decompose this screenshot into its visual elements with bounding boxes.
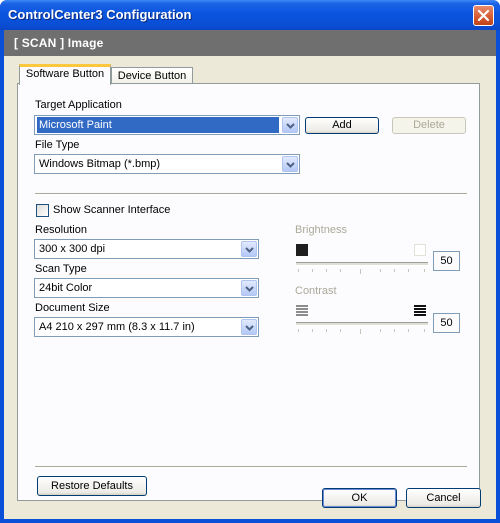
file-type-value: Windows Bitmap (*.bmp) (39, 158, 161, 170)
section-header: [ SCAN ] Image (4, 30, 496, 56)
target-application-value: Microsoft Paint (37, 117, 279, 133)
document-size-value: A4 210 x 297 mm (8.3 x 11.7 in) (39, 321, 195, 333)
slider-tick (340, 329, 341, 332)
tab-panel: Target Application Microsoft Paint Add D… (17, 83, 480, 501)
scan-type-value: 24bit Color (39, 282, 93, 294)
slider-track (296, 262, 428, 266)
slider-tick (360, 269, 361, 274)
dark-square-icon (296, 244, 308, 256)
slider-tick (424, 329, 425, 332)
scan-type-select[interactable]: 24bit Color (34, 278, 259, 298)
close-icon (477, 9, 490, 22)
dialog-window: ControlCenter3 Configuration [ SCAN ] Im… (0, 0, 500, 523)
delete-button[interactable]: Delete (392, 117, 466, 134)
dropdown-button[interactable] (282, 117, 298, 133)
title-bar[interactable]: ControlCenter3 Configuration (0, 0, 500, 30)
slider-tick (408, 329, 409, 332)
slider-tick (298, 329, 299, 332)
window-title: ControlCenter3 Configuration (8, 7, 192, 22)
dialog-client-area: [ SCAN ] Image Software Button Device Bu… (4, 30, 496, 519)
slider-tick (298, 269, 299, 272)
resolution-label: Resolution (35, 224, 87, 236)
slider-tick (312, 329, 313, 332)
slider-tick (340, 269, 341, 272)
ok-button[interactable]: OK (322, 488, 397, 508)
chevron-down-icon (245, 325, 254, 331)
tab-label: Software Button (25, 68, 105, 80)
light-square-icon (414, 244, 426, 256)
chevron-down-icon (245, 247, 254, 253)
close-button[interactable] (473, 5, 494, 26)
brightness-slider[interactable] (296, 257, 428, 274)
file-type-select[interactable]: Windows Bitmap (*.bmp) (34, 154, 300, 174)
slider-tick (326, 269, 327, 272)
chevron-down-icon (245, 286, 254, 292)
divider (35, 466, 467, 468)
dropdown-button[interactable] (282, 156, 298, 172)
slider-tick (360, 329, 361, 334)
dropdown-button[interactable] (241, 319, 257, 335)
target-application-select[interactable]: Microsoft Paint (34, 115, 300, 135)
section-header-text: [ SCAN ] Image (14, 36, 104, 50)
cancel-button[interactable]: Cancel (406, 488, 481, 508)
contrast-value[interactable]: 50 (433, 313, 460, 333)
contrast-label: Contrast (295, 285, 337, 297)
slider-tick (380, 329, 381, 332)
scan-type-label: Scan Type (35, 263, 87, 275)
dropdown-button[interactable] (241, 241, 257, 257)
show-scanner-interface-label: Show Scanner Interface (53, 204, 171, 216)
slider-tick (424, 269, 425, 272)
resolution-value: 300 x 300 dpi (39, 243, 106, 255)
slider-track (296, 322, 428, 326)
tab-software-button[interactable]: Software Button (19, 64, 111, 85)
brightness-label: Brightness (295, 224, 347, 236)
add-button[interactable]: Add (305, 117, 379, 134)
document-size-select[interactable]: A4 210 x 297 mm (8.3 x 11.7 in) (34, 317, 259, 337)
brightness-value[interactable]: 50 (433, 251, 460, 271)
slider-tick (326, 329, 327, 332)
dropdown-button[interactable] (241, 280, 257, 296)
restore-defaults-button[interactable]: Restore Defaults (37, 476, 147, 496)
slider-tick (394, 269, 395, 272)
tab-label: Device Button (117, 70, 187, 82)
contrast-slider[interactable] (296, 317, 428, 334)
show-scanner-interface-checkbox[interactable] (36, 204, 49, 217)
resolution-select[interactable]: 300 x 300 dpi (34, 239, 259, 259)
slider-tick (312, 269, 313, 272)
target-application-label: Target Application (35, 99, 122, 111)
high-contrast-icon (414, 304, 426, 316)
slider-tick (394, 329, 395, 332)
file-type-label: File Type (35, 139, 80, 151)
slider-tick (408, 269, 409, 272)
low-contrast-icon (296, 304, 308, 316)
chevron-down-icon (286, 162, 295, 168)
chevron-down-icon (286, 123, 295, 129)
divider (35, 193, 467, 195)
document-size-label: Document Size (35, 302, 110, 314)
slider-tick (380, 269, 381, 272)
